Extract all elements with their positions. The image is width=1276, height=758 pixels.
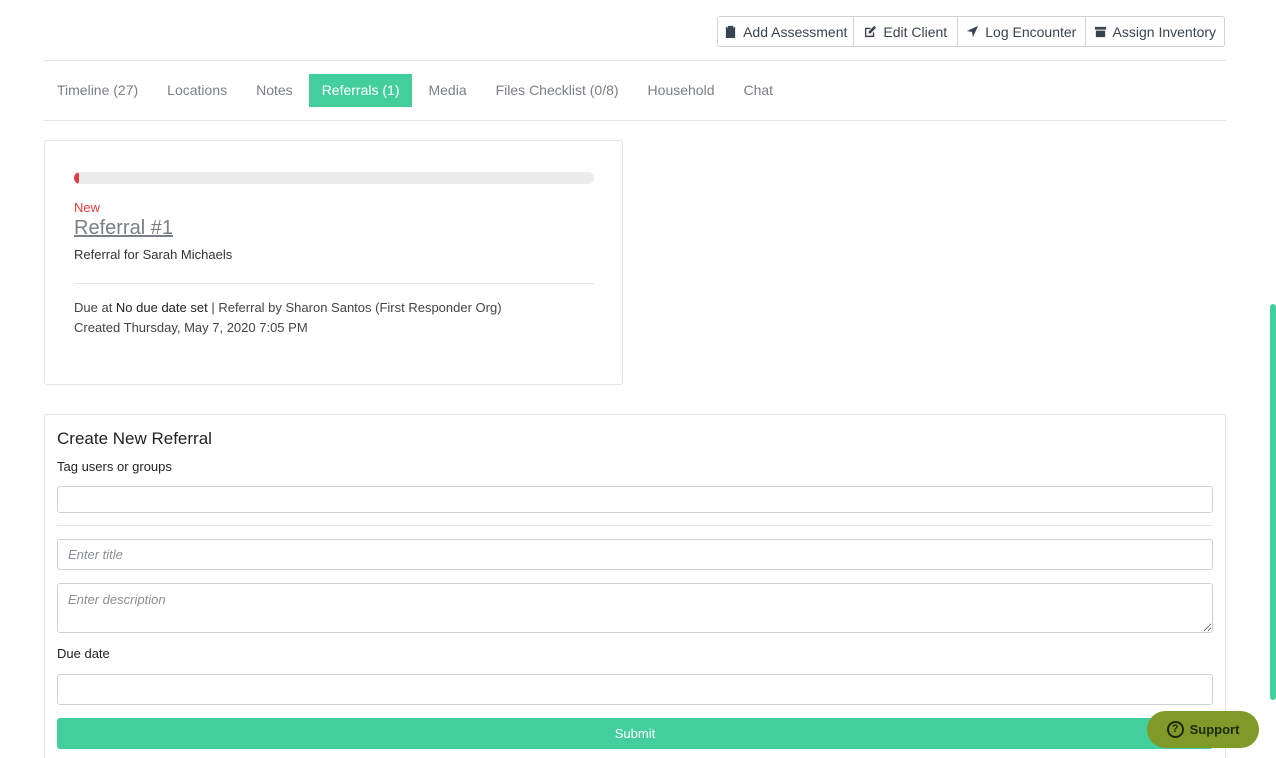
referral-status: New (74, 200, 101, 215)
log-encounter-button[interactable]: Log Encounter (958, 17, 1086, 46)
description-textarea[interactable] (57, 583, 1213, 633)
referral-created: Created Thursday, May 7, 2020 7:05 PM (74, 320, 308, 335)
referral-progress-fill (74, 172, 80, 184)
client-tabs: Timeline (27) Locations Notes Referrals … (44, 74, 789, 107)
due-value: No due date set (115, 300, 208, 315)
referral-by: | Referral by Sharon Santos (First Respo… (207, 300, 502, 315)
edit-icon (865, 25, 877, 38)
clipboard-icon (725, 25, 736, 38)
header-divider (44, 60, 1226, 61)
edit-client-button[interactable]: Edit Client (854, 17, 959, 46)
tab-media[interactable]: Media (415, 74, 479, 107)
archive-box-icon (1094, 26, 1106, 38)
tab-chat[interactable]: Chat (730, 74, 786, 107)
referral-description: Referral for Sarah Michaels (74, 247, 233, 262)
tab-referrals[interactable]: Referrals (1) (308, 74, 413, 107)
scrollbar-thumb[interactable] (1270, 304, 1276, 700)
assign-inventory-label: Assign Inventory (1112, 23, 1217, 40)
submit-button[interactable]: Submit (57, 718, 1213, 749)
assign-inventory-button[interactable]: Assign Inventory (1085, 17, 1224, 46)
tag-users-input[interactable] (57, 486, 1213, 513)
referral-progress-bar (74, 172, 594, 184)
create-referral-form: Create New Referral Tag users or groups … (44, 414, 1226, 758)
support-button[interactable]: ? Support (1147, 711, 1259, 748)
form-title: Create New Referral (57, 429, 212, 448)
help-circle-icon: ? (1166, 721, 1184, 738)
title-input[interactable] (57, 539, 1213, 570)
location-arrow-icon (967, 25, 979, 38)
form-divider (57, 525, 1213, 526)
tab-household[interactable]: Household (635, 74, 728, 107)
tag-users-label: Tag users or groups (57, 459, 172, 474)
tab-timeline[interactable]: Timeline (27) (44, 74, 151, 107)
tab-files-checklist[interactable]: Files Checklist (0/8) (483, 74, 632, 107)
add-assessment-button[interactable]: Add Assessment (718, 17, 855, 46)
due-date-label: Due date (57, 646, 110, 661)
card-divider (74, 283, 594, 284)
tab-locations[interactable]: Locations (154, 74, 240, 107)
referral-card: New Referral #1 Referral for Sarah Micha… (44, 140, 623, 385)
log-encounter-label: Log Encounter (985, 23, 1077, 40)
referral-title-link[interactable]: Referral #1 (74, 217, 173, 240)
tab-notes[interactable]: Notes (243, 74, 306, 107)
referral-due-line: Due at No due date set | Referral by Sha… (74, 300, 502, 315)
edit-client-label: Edit Client (883, 23, 948, 40)
due-date-input[interactable] (57, 674, 1213, 705)
add-assessment-label: Add Assessment (743, 23, 848, 40)
tabs-divider (44, 120, 1226, 121)
due-prefix: Due at (74, 300, 116, 315)
support-label: Support (1189, 722, 1240, 737)
action-toolbar: Add Assessment Edit Client Log Encounter… (717, 16, 1225, 47)
